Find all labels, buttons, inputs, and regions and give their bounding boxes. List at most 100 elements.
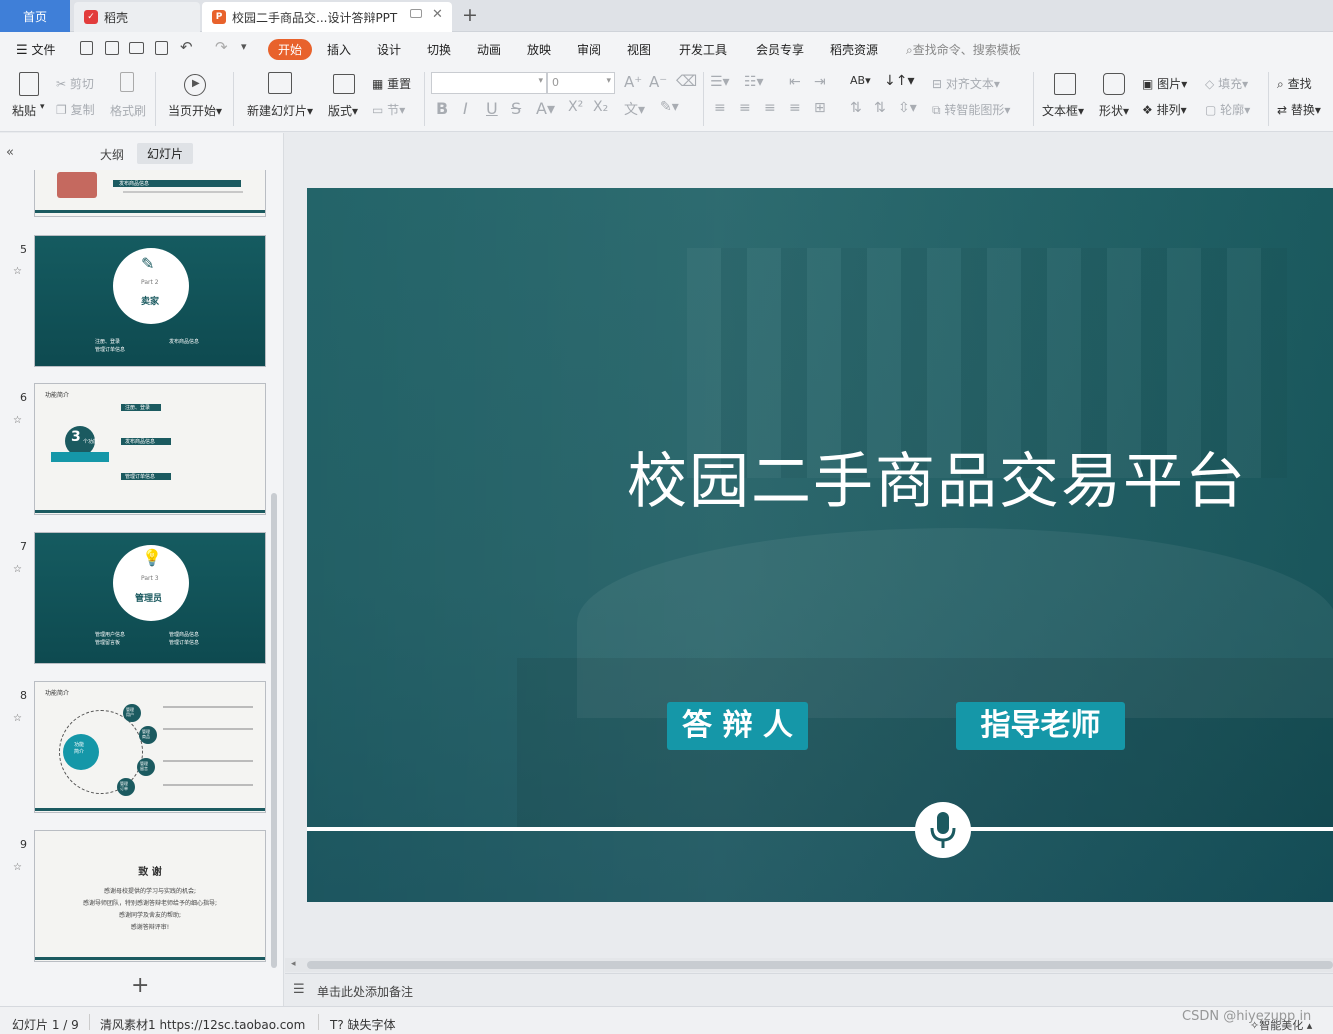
paste-dropdown-icon[interactable]: ▾ — [40, 102, 45, 112]
menu-design[interactable]: 设计 — [377, 41, 401, 58]
replace-button[interactable]: ⇄ 替换▾ — [1277, 101, 1321, 118]
paste-icon[interactable] — [19, 72, 39, 96]
new-slide-button[interactable]: 新建幻灯片▾ — [247, 102, 313, 119]
numbered-list-icon[interactable]: ☷▾ — [744, 74, 764, 90]
slide-thumbnail-6[interactable]: 功能简介 3 个功能 注册、登录 发布商品信息 管理订单信息 — [34, 383, 266, 515]
reset-button[interactable]: ▦ 重置 — [372, 75, 411, 92]
menu-review[interactable]: 审阅 — [577, 41, 601, 58]
presenter-tag[interactable]: 答 辩 人 — [667, 702, 808, 750]
copy-button[interactable]: ❐ 复制 — [56, 101, 95, 118]
textbox-button[interactable]: 文本框▾ — [1042, 102, 1084, 119]
layout-button[interactable]: 版式▾ — [328, 102, 358, 119]
menu-developer[interactable]: 开发工具 — [679, 41, 727, 58]
save-icon[interactable] — [80, 41, 93, 55]
close-tab-icon[interactable]: ✕ — [432, 7, 443, 22]
strikethrough-icon[interactable]: S — [511, 99, 521, 118]
thumbnail-scrollbar[interactable] — [271, 493, 277, 968]
export-pdf-icon[interactable] — [105, 41, 119, 55]
tab-daoke[interactable]: ✓ 稻壳 — [74, 2, 200, 32]
horizontal-scrollbar[interactable] — [307, 961, 1333, 969]
print-preview-icon[interactable] — [155, 41, 168, 55]
menu-daoke-resources[interactable]: 稻壳资源 — [830, 41, 878, 58]
slide-thumbnail-8[interactable]: 功能简介 功能 简介 管理 用户 管理 商品 管理 留言 管理 订单 — [34, 681, 266, 813]
align-right-icon[interactable]: ≡ — [764, 100, 776, 116]
slide-thumbnail-4[interactable]: 发布商品信息 — [34, 170, 266, 217]
notes-placeholder[interactable]: 单击此处添加备注 — [317, 983, 413, 1000]
italic-icon[interactable]: I — [463, 99, 468, 118]
tab-home[interactable]: 首页 — [0, 0, 70, 32]
decrease-indent-icon[interactable]: ⇤ — [789, 74, 801, 90]
layout-icon[interactable] — [333, 74, 355, 94]
fill-button[interactable]: ◇ 填充▾ — [1205, 75, 1248, 92]
bullet-list-icon[interactable]: ☰▾ — [710, 74, 730, 90]
theme-name[interactable]: 清风素材1 https://12sc.taobao.com — [100, 1016, 305, 1033]
subscript-icon[interactable]: X₂ — [593, 99, 608, 115]
font-family-select[interactable]: ▾ — [431, 72, 547, 94]
font-color-icon[interactable]: A▾ — [536, 99, 555, 118]
missing-font-button[interactable]: T? 缺失字体 — [330, 1016, 396, 1033]
bold-icon[interactable]: B — [436, 99, 448, 118]
menu-slideshow[interactable]: 放映 — [527, 41, 551, 58]
arrange-button[interactable]: ❖ 排列▾ — [1142, 101, 1187, 118]
increase-indent-icon[interactable]: ⇥ — [814, 74, 826, 90]
distribute-icon[interactable]: ⊞ — [814, 100, 826, 116]
collapse-panel-icon[interactable]: « — [6, 145, 14, 160]
advisor-tag[interactable]: 指导老师 — [956, 702, 1125, 750]
tab-slides[interactable]: 幻灯片 — [137, 143, 194, 164]
notes-pane[interactable]: ☰ 单击此处添加备注 — [285, 973, 1333, 1006]
outline-button[interactable]: ▢ 轮廓▾ — [1205, 101, 1250, 118]
column-spacing-icon[interactable]: ⇳▾ — [898, 100, 917, 116]
paragraph-spacing-icon[interactable]: ⇅ — [874, 100, 886, 116]
window-icon[interactable] — [410, 9, 422, 18]
scroll-left-icon[interactable]: ◂ — [291, 959, 296, 969]
menu-member[interactable]: 会员专享 — [756, 41, 804, 58]
cut-button[interactable]: ✂ 剪切 — [56, 75, 94, 92]
menu-transitions[interactable]: 切换 — [427, 41, 451, 58]
shape-icon[interactable] — [1103, 73, 1125, 95]
format-painter-button[interactable]: 格式刷 — [110, 102, 146, 119]
text-direction-icon[interactable]: AB▾ — [850, 74, 871, 87]
grow-font-icon[interactable]: A⁺ — [624, 73, 642, 91]
align-left-icon[interactable]: ≡ — [714, 100, 726, 116]
smart-shape-button[interactable]: ⧉ 转智能图形▾ — [932, 101, 1010, 118]
sort-icon[interactable]: ↓↑▾ — [884, 73, 915, 89]
new-slide-icon[interactable] — [268, 72, 292, 94]
align-center-icon[interactable]: ≡ — [739, 100, 751, 116]
menu-animations[interactable]: 动画 — [477, 41, 501, 58]
current-slide[interactable]: 校园二手商品交易平台 答 辩 人 指导老师 — [307, 188, 1333, 902]
new-tab-plus-icon[interactable]: + — [462, 4, 478, 26]
print-icon[interactable] — [129, 42, 144, 54]
underline-icon[interactable]: U — [486, 99, 498, 118]
slide-thumbnail-7[interactable]: 💡 Part 3 管理员 管理用户信息 管理留言板 管理商品信息 管理订单信息 — [34, 532, 266, 664]
textbox-icon[interactable] — [1054, 73, 1076, 95]
section-button[interactable]: ▭ 节▾ — [372, 101, 405, 118]
add-slide-plus-icon[interactable]: + — [131, 973, 149, 998]
clear-format-icon[interactable]: ⌫ — [676, 72, 697, 90]
menu-start[interactable]: 开始 — [268, 39, 313, 60]
menu-insert[interactable]: 插入 — [327, 41, 351, 58]
find-button[interactable]: ⌕ 查找 — [1277, 75, 1312, 92]
slide-thumbnail-5[interactable]: ✎ Part 2 卖家 注册、登录 管理订单信息 发布商品信息 — [34, 235, 266, 367]
picture-button[interactable]: ▣ 图片▾ — [1142, 75, 1187, 92]
command-search[interactable]: ⌕查找命令、搜索模板 — [906, 41, 1021, 58]
paste-button[interactable]: 粘贴 — [12, 102, 36, 119]
font-size-select[interactable]: 0 ▾ — [547, 72, 615, 94]
superscript-icon[interactable]: X² — [568, 99, 583, 115]
slide-thumbnail-9[interactable]: 致 谢 感谢母校提供的学习与实践的机会; 感谢导师团队，特别感谢答辩老师给予的细… — [34, 830, 266, 962]
align-text-button[interactable]: ⊟ 对齐文本▾ — [932, 75, 1000, 92]
phonetic-guide-icon[interactable]: 文▾ — [624, 99, 645, 119]
file-menu[interactable]: ☰ 文件 — [16, 41, 56, 58]
highlight-icon[interactable]: ✎▾ — [660, 99, 679, 115]
redo-icon[interactable]: ↷ — [215, 38, 228, 56]
play-from-current-button[interactable]: 当页开始▾ — [168, 102, 222, 119]
menu-view[interactable]: 视图 — [627, 41, 651, 58]
shape-button[interactable]: 形状▾ — [1099, 102, 1129, 119]
justify-icon[interactable]: ≡ — [789, 100, 801, 116]
shrink-font-icon[interactable]: A⁻ — [649, 73, 667, 91]
tab-outline[interactable]: 大纲 — [100, 146, 124, 163]
undo-icon[interactable]: ↶ — [180, 38, 193, 56]
format-painter-icon[interactable] — [120, 72, 134, 92]
quick-access-dropdown-icon[interactable]: ▾ — [241, 40, 247, 53]
slide-title[interactable]: 校园二手商品交易平台 — [627, 433, 1247, 520]
line-spacing-icon[interactable]: ⇅ — [850, 100, 862, 116]
